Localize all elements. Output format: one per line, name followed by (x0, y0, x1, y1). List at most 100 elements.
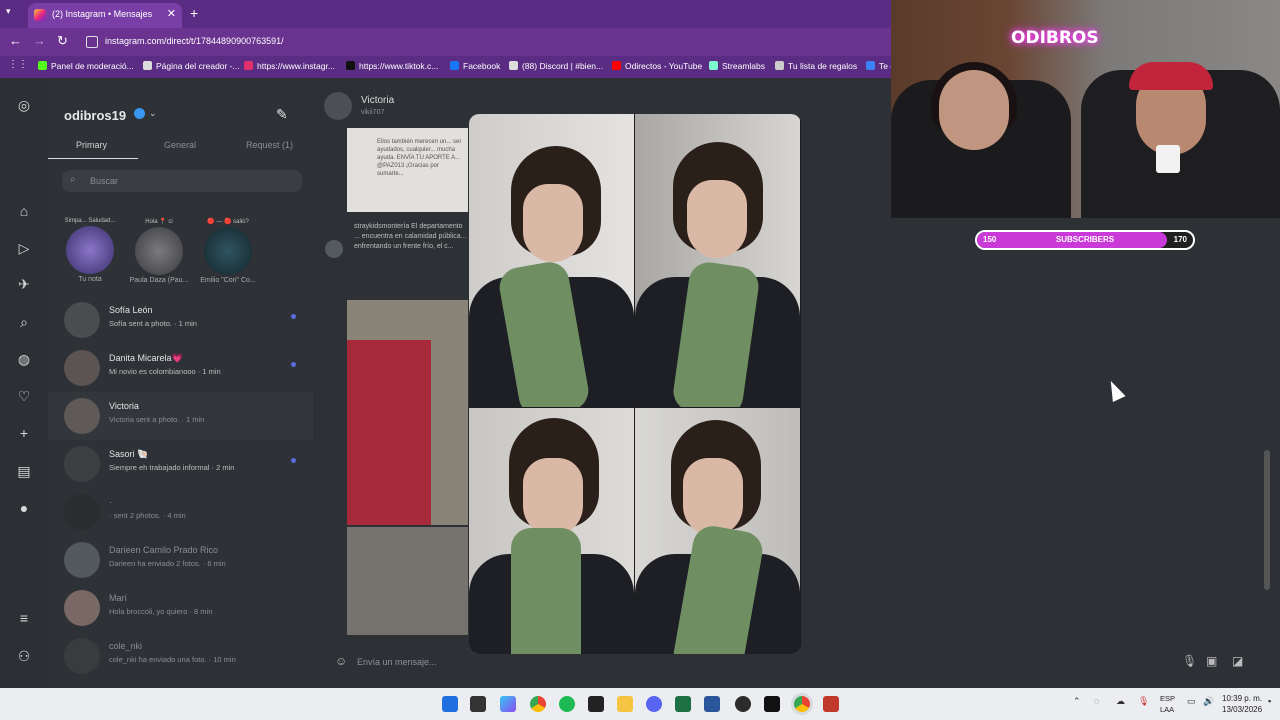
tab-general[interactable]: General (164, 140, 196, 150)
explore-icon[interactable]: ◍ (16, 351, 32, 367)
search-field-icon: ⌕ (70, 174, 76, 185)
conversation-row[interactable]: cole_nki cole_nki ha enviado una foto. ·… (48, 632, 313, 680)
bookmark-discord[interactable]: (88) Discord | #bien... (509, 61, 603, 71)
clock[interactable]: 10:39 p. m. 13/03/2026 (1222, 693, 1262, 715)
forward-icon[interactable]: → (33, 33, 46, 48)
conversation-name: cole_nki (109, 641, 143, 651)
tab-requests[interactable]: Request (1) (246, 140, 293, 150)
shared-post-text: Ellos también merecen un... ser ayudados… (377, 139, 462, 177)
photo-message[interactable] (347, 300, 468, 525)
message-input[interactable]: Envía un mensaje... (357, 657, 437, 667)
obs-icon[interactable] (735, 696, 751, 712)
instagram-logo-icon[interactable]: ◎ (16, 97, 32, 113)
notifications-icon[interactable]: ▪ (1268, 696, 1271, 706)
messages-icon[interactable]: ✈ (16, 276, 32, 292)
bookmark-gift-list[interactable]: Tu lista de regalos (775, 61, 857, 71)
copilot-icon[interactable] (500, 696, 516, 712)
reload-icon[interactable]: ↻ (57, 33, 68, 49)
bookmark-streamlabs[interactable]: Streamlabs (709, 61, 765, 71)
tray-cloud-icon[interactable]: ☁ (1116, 696, 1125, 707)
chrome-icon[interactable] (530, 696, 546, 712)
task-view-icon[interactable] (470, 696, 486, 712)
conversation-row-active[interactable]: Victoria Victoria sent a photo. · 1 min (48, 392, 313, 440)
chat-contact-name[interactable]: Victoria (361, 95, 394, 106)
dashboard-icon[interactable]: ▤ (16, 463, 32, 479)
new-tab-button[interactable]: + (190, 5, 198, 21)
bookmark-tiktok[interactable]: https://www.tiktok.c... (346, 61, 438, 71)
microphone-icon[interactable]: 🎙 (1182, 654, 1197, 668)
profile-avatar-icon[interactable]: ● (16, 500, 32, 516)
excel-icon[interactable] (675, 696, 691, 712)
site-info-icon[interactable] (86, 36, 98, 48)
bookmark-instagram[interactable]: https://www.instagr... (244, 61, 335, 71)
search-input[interactable]: ⌕ Buscar (62, 170, 302, 192)
bookmark-kick[interactable]: Panel de moderació... (38, 61, 134, 71)
create-icon[interactable]: + (16, 425, 32, 441)
conversation-row[interactable]: Marí Hola broccoli, yo quiero · 8 min (48, 584, 313, 632)
tray-overflow-icon[interactable]: ⌃ (1073, 696, 1081, 707)
conversation-name: Sasori 🐚 (109, 449, 149, 459)
language-indicator[interactable]: ESP LAA (1160, 693, 1175, 715)
more-menu-icon[interactable]: ≡ (16, 610, 32, 626)
conversation-row[interactable]: Sofía León Sofía sent a photo. · 1 min (48, 296, 313, 344)
spotify-icon[interactable] (559, 696, 575, 712)
subscriber-goal-bar: 150 SUBSCRIBERS 170 (975, 230, 1195, 250)
tray-app-icon[interactable]: ◌ (1094, 696, 1099, 706)
reels-icon[interactable]: ▷ (16, 240, 32, 256)
url-field[interactable]: instagram.com/direct/t/17844890900763591… (84, 33, 864, 51)
notifications-heart-icon[interactable]: ♡ (16, 388, 32, 404)
network-icon[interactable]: ▭ (1187, 696, 1196, 707)
tab-close-icon[interactable]: ✕ (167, 7, 176, 20)
search-icon[interactable]: ⌕ (16, 314, 32, 330)
account-username[interactable]: odibros19 (64, 108, 126, 123)
note-item[interactable]: Simpa... Saludad... Tu nota (55, 218, 125, 283)
avatar (64, 590, 100, 626)
avatar (204, 227, 252, 275)
conversation-row[interactable]: Darieen Camilo Prado Rico Darieen ha env… (48, 536, 313, 584)
new-message-icon[interactable]: ✎ (276, 106, 288, 123)
sticker-icon[interactable]: ◪ (1232, 654, 1243, 668)
active-tab-indicator (48, 158, 138, 159)
tab-search-icon[interactable]: ▾ (6, 6, 11, 17)
apps-grid-icon[interactable]: ⋮⋮ (8, 59, 28, 70)
also-from-meta-icon[interactable]: ⚇ (16, 648, 32, 664)
tray-microphone-icon[interactable]: 🎙 (1138, 696, 1149, 707)
photo-tile (469, 114, 634, 407)
capcut-icon[interactable] (764, 696, 780, 712)
epic-games-icon[interactable] (588, 696, 604, 712)
conversation-row[interactable]: Sasori 🐚 Siempre eh trabajado informal ·… (48, 440, 313, 488)
bookmark-facebook[interactable]: Facebook (450, 61, 500, 71)
note-name: Emilio "Cori" Co... (200, 277, 256, 284)
volume-icon[interactable]: 🔊 (1203, 696, 1214, 707)
browser-tab[interactable]: (2) Instagram • Mensajes ✕ (28, 3, 182, 28)
avatar (64, 398, 100, 434)
back-icon[interactable]: ← (9, 33, 22, 48)
conversation-row[interactable]: Danita Micarela💗 Mi novio es colombianoo… (48, 344, 313, 392)
photo-viewer[interactable] (469, 114, 801, 654)
file-explorer-icon[interactable] (617, 696, 633, 712)
note-item[interactable]: Hola 📍 ci Paula Daza (Pau... (124, 218, 194, 284)
account-switch-chevron-icon[interactable]: ⌄ (149, 108, 157, 119)
discord-icon[interactable] (646, 696, 662, 712)
chat-scrollbar[interactable] (1264, 450, 1270, 590)
shared-post-image[interactable]: Ellos también merecen un... ser ayudados… (347, 128, 468, 212)
home-icon[interactable]: ⌂ (16, 203, 32, 219)
app-icon[interactable] (823, 696, 839, 712)
chrome-active-icon[interactable] (794, 696, 810, 712)
photo-message[interactable] (347, 527, 468, 635)
bookmark-creator-page[interactable]: Página del creador -... (143, 61, 240, 71)
chat-avatar[interactable] (324, 92, 352, 120)
unread-dot (291, 314, 296, 319)
start-icon[interactable] (442, 696, 458, 712)
shared-post-caption: straykidsmontería El departamento ... en… (354, 223, 467, 250)
note-item[interactable]: 🔴 — 🔴 salió? Emilio "Cori" Co... (193, 218, 263, 284)
note-name: Paula Daza (Pau... (129, 277, 189, 284)
tab-primary[interactable]: Primary (76, 140, 107, 150)
conversation-row[interactable]: · · sent 2 photos. · 4 min (48, 488, 313, 536)
bookmark-youtube[interactable]: Odirectos - YouTube (612, 61, 702, 71)
emoji-icon[interactable]: ☺ (335, 654, 347, 668)
image-upload-icon[interactable]: ▣ (1206, 654, 1217, 668)
word-icon[interactable] (704, 696, 720, 712)
windows-taskbar: ⌃ ◌ ☁ 🎙 ESP LAA ▭ 🔊 10:39 p. m. 13/03/20… (0, 688, 1280, 720)
photo-content (347, 340, 431, 525)
